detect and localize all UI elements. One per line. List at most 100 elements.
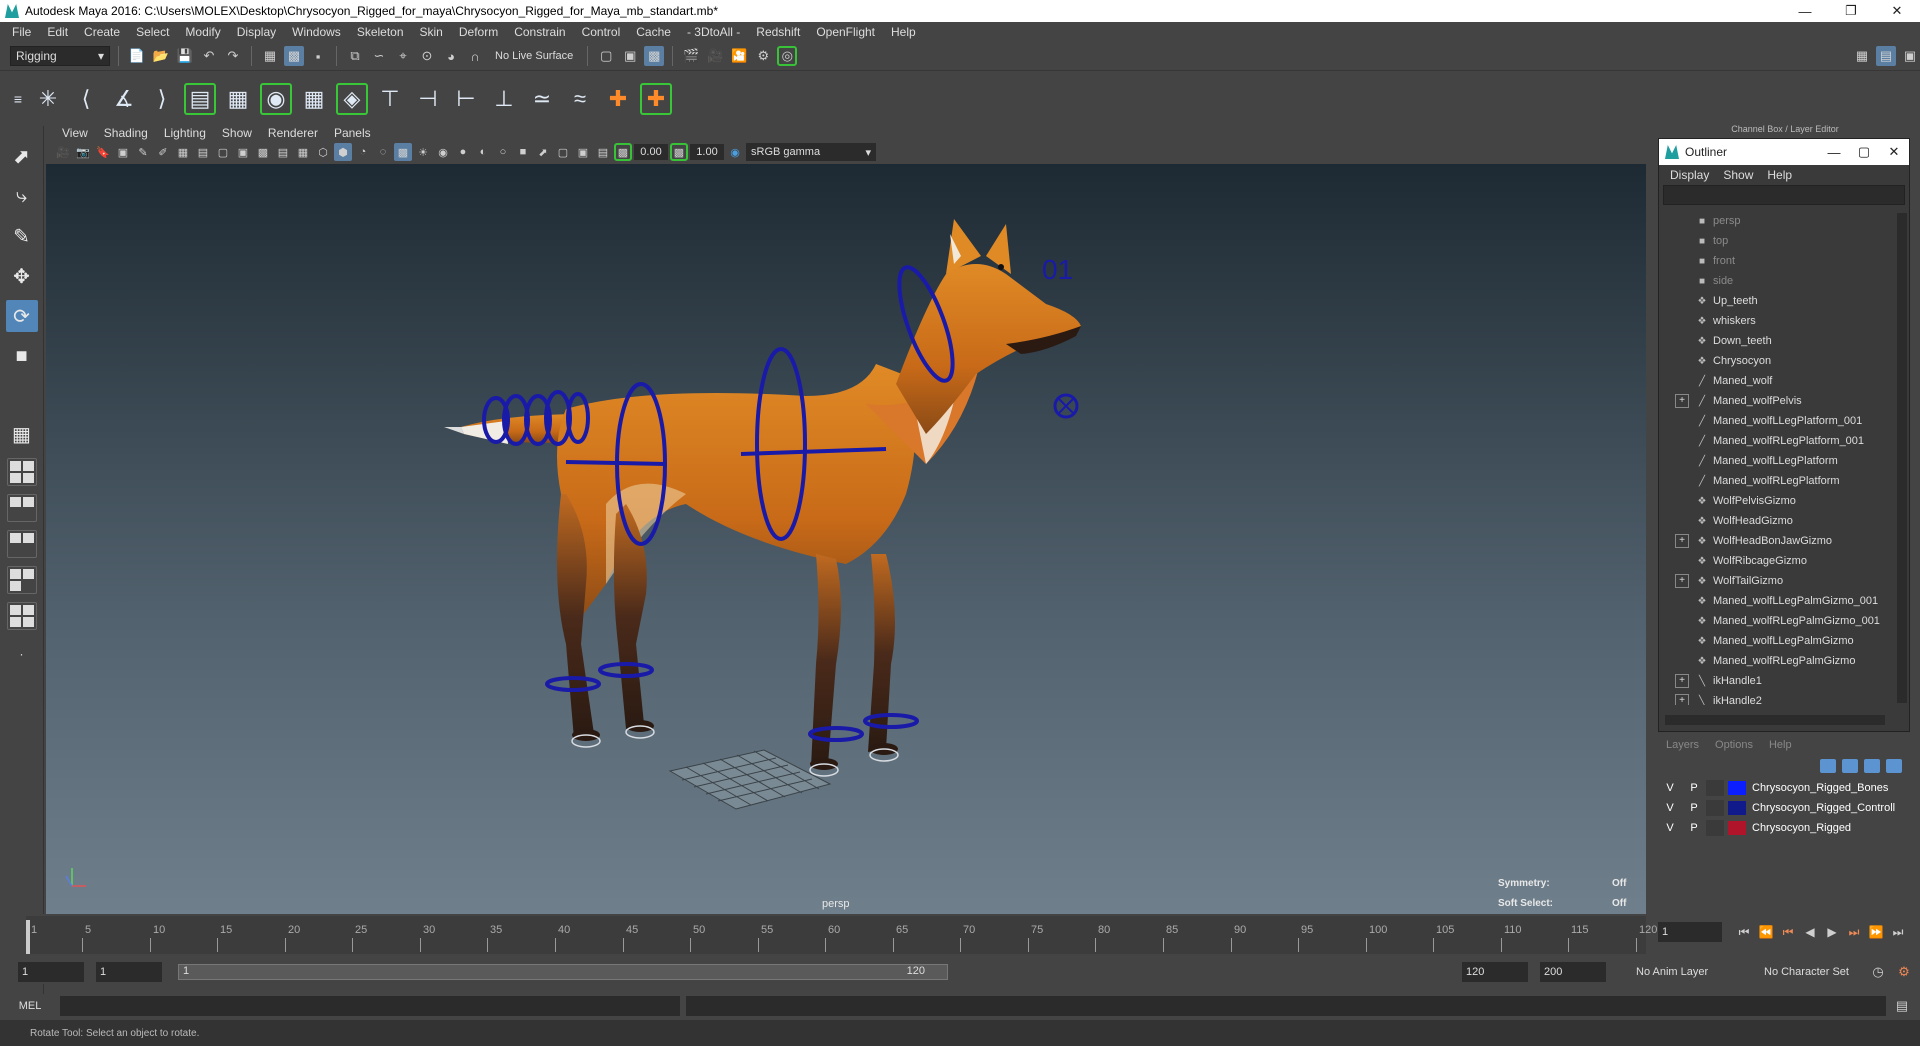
bind-skin-icon[interactable]: ▤ (184, 82, 216, 115)
layer-menu-options[interactable]: Options (1707, 739, 1761, 751)
menu-3dtoall[interactable]: - 3DtoAll - (679, 25, 748, 39)
save-scene-icon[interactable]: 💾 (175, 46, 195, 66)
layer-color-swatch[interactable] (1728, 781, 1746, 795)
outliner-item[interactable]: ❖ Maned_wolfRLegPalmGizmo_001 (1659, 611, 1891, 631)
range-slider[interactable]: 1 120 (178, 964, 948, 980)
menu-windows[interactable]: Windows (284, 25, 349, 39)
select-camera-icon[interactable]: 🎥 (54, 143, 72, 161)
menu-redshift[interactable]: Redshift (748, 25, 808, 39)
hypershade-layout-icon[interactable] (6, 566, 37, 594)
playback-start-field[interactable]: 1 (96, 962, 162, 982)
outliner-item[interactable]: ❖ Up_teeth (1659, 291, 1891, 311)
close-button[interactable]: ✕ (1874, 0, 1920, 22)
toggle-channel-box-icon[interactable]: ▤ (1876, 46, 1896, 66)
menu-create[interactable]: Create (76, 25, 128, 39)
expand-icon[interactable]: + (1675, 394, 1689, 408)
menu-skeleton[interactable]: Skeleton (349, 25, 412, 39)
outliner-horizontal-scrollbar[interactable] (1665, 715, 1885, 725)
grid-icon[interactable]: ▦ (174, 143, 192, 161)
panel-menu-show[interactable]: Show (214, 126, 260, 140)
layer-color-swatch[interactable] (1728, 821, 1746, 835)
menu-skin[interactable]: Skin (412, 25, 451, 39)
resolution-gate-icon[interactable]: ▢ (214, 143, 232, 161)
aim-constraint-icon[interactable]: ⊣ (412, 83, 444, 115)
current-time-marker[interactable] (26, 920, 30, 954)
go-to-start-icon[interactable]: ⏮ (1736, 924, 1752, 940)
ik-handle-icon[interactable]: ⟨ (70, 83, 102, 115)
snap-point-icon[interactable]: ⌖ (393, 46, 413, 66)
anti-aliasing-icon[interactable]: ○ (494, 143, 512, 161)
display-type-toggle[interactable] (1706, 780, 1724, 796)
lattice-icon[interactable]: ▦ (298, 83, 330, 115)
wireframe-on-shaded-icon[interactable]: ◌ (374, 143, 392, 161)
select-component-icon[interactable]: ▪ (308, 46, 328, 66)
outliner-item[interactable]: ❖ Maned_wolfLLegPalmGizmo_001 (1659, 591, 1891, 611)
insert-joint-icon[interactable]: ⟩ (146, 83, 178, 115)
outliner-item[interactable]: ❖ Maned_wolfLLegPalmGizmo (1659, 631, 1891, 651)
panel-menu-shading[interactable]: Shading (96, 126, 156, 140)
outliner-item[interactable]: ╱ Maned_wolfLLegPlatform_001 (1659, 411, 1891, 431)
xray-icon[interactable]: ▢ (554, 143, 572, 161)
menu-select[interactable]: Select (128, 25, 177, 39)
menu-deform[interactable]: Deform (451, 25, 506, 39)
textured-icon[interactable]: ▩ (394, 143, 412, 161)
outliner-item[interactable]: ❖ Down_teeth (1659, 331, 1891, 351)
outliner-item[interactable]: + ╱ Maned_wolfPelvis (1659, 391, 1891, 411)
outliner-item[interactable]: ╱ Maned_wolfLLegPlatform (1659, 451, 1891, 471)
default-material-icon[interactable]: ◔ (354, 143, 372, 161)
film-gate-icon[interactable]: ▤ (194, 143, 212, 161)
animation-end-field[interactable]: 200 (1540, 962, 1606, 982)
open-scene-icon[interactable]: 📂 (151, 46, 171, 66)
menu-cache[interactable]: Cache (628, 25, 679, 39)
restore-button[interactable]: ❐ (1828, 0, 1874, 22)
two-d-pan-icon[interactable]: ✎ (134, 143, 152, 161)
bookmarks-icon[interactable]: 🔖 (94, 143, 112, 161)
output-ops-icon[interactable]: ▣ (620, 46, 640, 66)
menu-modify[interactable]: Modify (177, 25, 228, 39)
new-layer-from-selection-icon[interactable] (1886, 759, 1902, 773)
snap-grid-icon[interactable]: ⧉ (345, 46, 365, 66)
expand-icon[interactable]: + (1675, 694, 1689, 705)
safe-action-icon[interactable]: ▤ (274, 143, 292, 161)
display-type-toggle[interactable] (1706, 820, 1724, 836)
animation-preferences-icon[interactable]: ⚙ (1894, 962, 1914, 982)
expand-icon[interactable]: + (1675, 674, 1689, 688)
outliner-item[interactable]: ■ front (1659, 251, 1891, 271)
camera-attributes-icon[interactable]: 📷 (74, 143, 92, 161)
playback-toggle[interactable]: P (1682, 782, 1706, 794)
input-ops-icon[interactable]: ▢ (596, 46, 616, 66)
menu-openflight[interactable]: OpenFlight (808, 25, 883, 39)
step-back-key-icon[interactable]: ⏮ (1780, 924, 1796, 940)
new-scene-icon[interactable]: 📄 (127, 46, 147, 66)
script-language-label[interactable]: MEL (0, 1000, 60, 1012)
pole-vector-icon[interactable]: ≈ (564, 83, 596, 115)
outliner-filter-field[interactable] (1663, 185, 1905, 205)
screen-space-ao-icon[interactable]: ● (454, 143, 472, 161)
playback-toggle[interactable]: P (1682, 802, 1706, 814)
paint-select-tool-icon[interactable]: ✎ (6, 220, 38, 252)
play-backward-icon[interactable]: ◀ (1802, 924, 1818, 940)
view-transform-dropdown[interactable]: sRGB gamma ▾ (746, 143, 876, 161)
workspace-icon[interactable]: ▦ (1852, 46, 1872, 66)
undo-icon[interactable]: ↶ (199, 46, 219, 66)
outliner-menu-help[interactable]: Help (1760, 168, 1799, 182)
menu-control[interactable]: Control (574, 25, 629, 39)
menu-file[interactable]: File (4, 25, 39, 39)
locator-icon[interactable]: ✚ (602, 83, 634, 115)
toggle-attribute-editor-icon[interactable]: ▣ (1900, 46, 1920, 66)
layer-row[interactable]: V P Chrysocyon_Rigged_Controll (1658, 798, 1910, 818)
select-hierarchy-icon[interactable]: ▦ (260, 46, 280, 66)
custom-layout-icon[interactable]: · (6, 638, 38, 670)
outliner-item[interactable]: + ❖ WolfTailGizmo (1659, 571, 1891, 591)
menu-display[interactable]: Display (229, 25, 284, 39)
perspective-viewport[interactable]: 01 persp Symmetry: Off Soft Select: Off (46, 164, 1646, 914)
character-set-dropdown[interactable]: No Character Set (1764, 962, 1874, 982)
layer-menu-layers[interactable]: Layers (1658, 739, 1707, 751)
menu-set-dropdown[interactable]: Rigging ▾ (10, 46, 110, 66)
menu-help[interactable]: Help (883, 25, 924, 39)
outliner-item[interactable]: ❖ WolfPelvisGizmo (1659, 491, 1891, 511)
parent-constraint-icon[interactable]: ≃ (526, 83, 558, 115)
rotate-tool-icon[interactable]: ⟳ (5, 300, 38, 332)
shadows-icon[interactable]: ◉ (434, 143, 452, 161)
set-driven-key-icon[interactable]: ✚ (640, 82, 672, 115)
